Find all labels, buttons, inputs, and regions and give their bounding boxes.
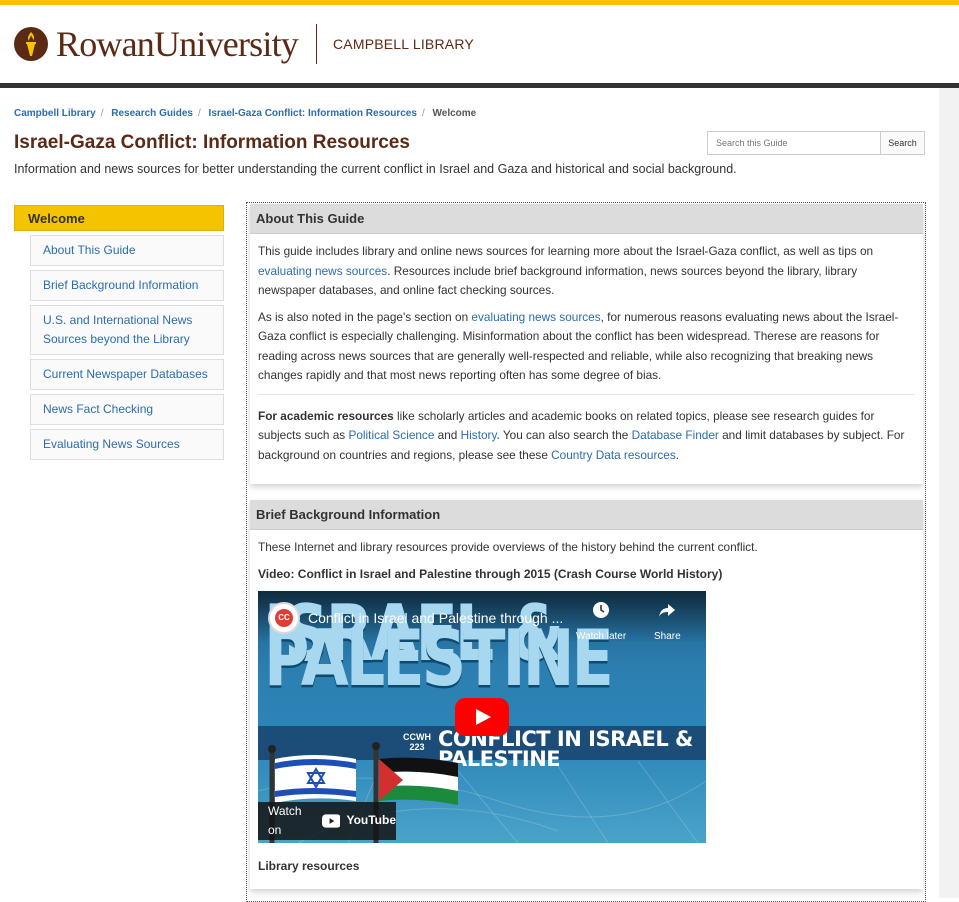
about-paragraph-1: This guide includes library and online n… bbox=[258, 242, 915, 301]
divider bbox=[258, 393, 915, 395]
breadcrumb-current: Welcome bbox=[432, 108, 477, 119]
site-header: RowanUniversity CAMPBELL LIBRARY bbox=[0, 5, 959, 83]
political-science-link[interactable]: Political Science bbox=[349, 428, 435, 442]
nav-item-background[interactable]: Brief Background Information bbox=[30, 270, 224, 301]
youtube-wordmark: YouTube bbox=[346, 813, 396, 828]
watch-on-youtube-button[interactable]: Watch on YouTube bbox=[258, 802, 396, 840]
background-body: These Internet and library resources pro… bbox=[250, 530, 923, 889]
university-wordmark: RowanUniversity bbox=[56, 24, 299, 64]
text: . bbox=[675, 447, 680, 462]
bold-text: For academic resources bbox=[258, 408, 394, 423]
page-title: Israel-Gaza Conflict: Information Resour… bbox=[14, 132, 410, 153]
header-divider bbox=[315, 24, 317, 64]
background-box: Brief Background Information These Inter… bbox=[250, 500, 923, 889]
breadcrumb-campbell-library[interactable]: Campbell Library bbox=[14, 108, 96, 119]
text: As is also noted in the page's section o… bbox=[258, 309, 472, 324]
nav-item-about[interactable]: About This Guide bbox=[30, 235, 224, 266]
guide-search: Search bbox=[707, 131, 925, 155]
about-paragraph-3: For academic resources like scholarly ar… bbox=[258, 407, 915, 466]
history-link[interactable]: History bbox=[461, 428, 497, 442]
about-paragraph-2: As is also noted in the page's section o… bbox=[258, 308, 915, 386]
about-guide-heading: About This Guide bbox=[250, 204, 923, 234]
video-title: Video: Conflict in Israel and Palestine … bbox=[258, 566, 723, 581]
breadcrumb-guide[interactable]: Israel-Gaza Conflict: Information Resour… bbox=[209, 108, 417, 119]
evaluating-news-link-2[interactable]: evaluating news sources bbox=[471, 310, 600, 324]
evaluating-news-link[interactable]: evaluating news sources bbox=[258, 264, 387, 278]
search-input[interactable] bbox=[707, 131, 880, 155]
nav-item-evaluating[interactable]: Evaluating News Sources bbox=[30, 429, 224, 460]
play-button-icon[interactable] bbox=[455, 698, 509, 736]
guide-navigation: Welcome About This Guide Brief Backgroun… bbox=[14, 205, 224, 464]
about-guide-box: About This Guide This guide includes lib… bbox=[250, 204, 923, 484]
nav-item-welcome[interactable]: Welcome bbox=[14, 205, 224, 231]
video-embed[interactable]: ISRAEL & PALESTINE CC Conflict in Israel… bbox=[258, 591, 706, 843]
country-data-link[interactable]: Country Data resources bbox=[551, 448, 676, 462]
watch-on-label: Watch on bbox=[268, 803, 302, 838]
library-resources-heading: Library resources bbox=[258, 859, 360, 873]
breadcrumb: Campbell Library / Research Guides / Israe… bbox=[14, 108, 477, 119]
nav-item-fact-checking[interactable]: News Fact Checking bbox=[30, 394, 224, 425]
page-description: Information and news sources for better … bbox=[14, 162, 737, 176]
nav-item-newspaper-databases[interactable]: Current Newspaper Databases bbox=[30, 359, 224, 390]
background-heading: Brief Background Information bbox=[250, 500, 923, 530]
nav-sublist: About This Guide Brief Background Inform… bbox=[30, 235, 224, 460]
database-finder-link[interactable]: Database Finder bbox=[632, 428, 719, 442]
library-name-link[interactable]: CAMPBELL LIBRARY bbox=[333, 36, 474, 52]
about-guide-body: This guide includes library and online n… bbox=[250, 234, 923, 484]
breadcrumb-research-guides[interactable]: Research Guides bbox=[111, 108, 193, 119]
text: and bbox=[434, 428, 461, 442]
university-logo[interactable]: RowanUniversity bbox=[14, 24, 299, 64]
main-content: About This Guide This guide includes lib… bbox=[246, 202, 926, 902]
header-rule bbox=[0, 83, 959, 88]
youtube-icon bbox=[321, 814, 341, 828]
text: . You can also search the bbox=[496, 428, 632, 442]
search-button[interactable]: Search bbox=[880, 131, 925, 155]
nav-item-news-sources[interactable]: U.S. and International News Sources beyo… bbox=[30, 305, 224, 355]
background-intro: These Internet and library resources pro… bbox=[258, 540, 758, 554]
page-side-strip bbox=[939, 88, 959, 898]
torch-icon bbox=[14, 27, 48, 61]
text: This guide includes library and online n… bbox=[258, 244, 874, 258]
